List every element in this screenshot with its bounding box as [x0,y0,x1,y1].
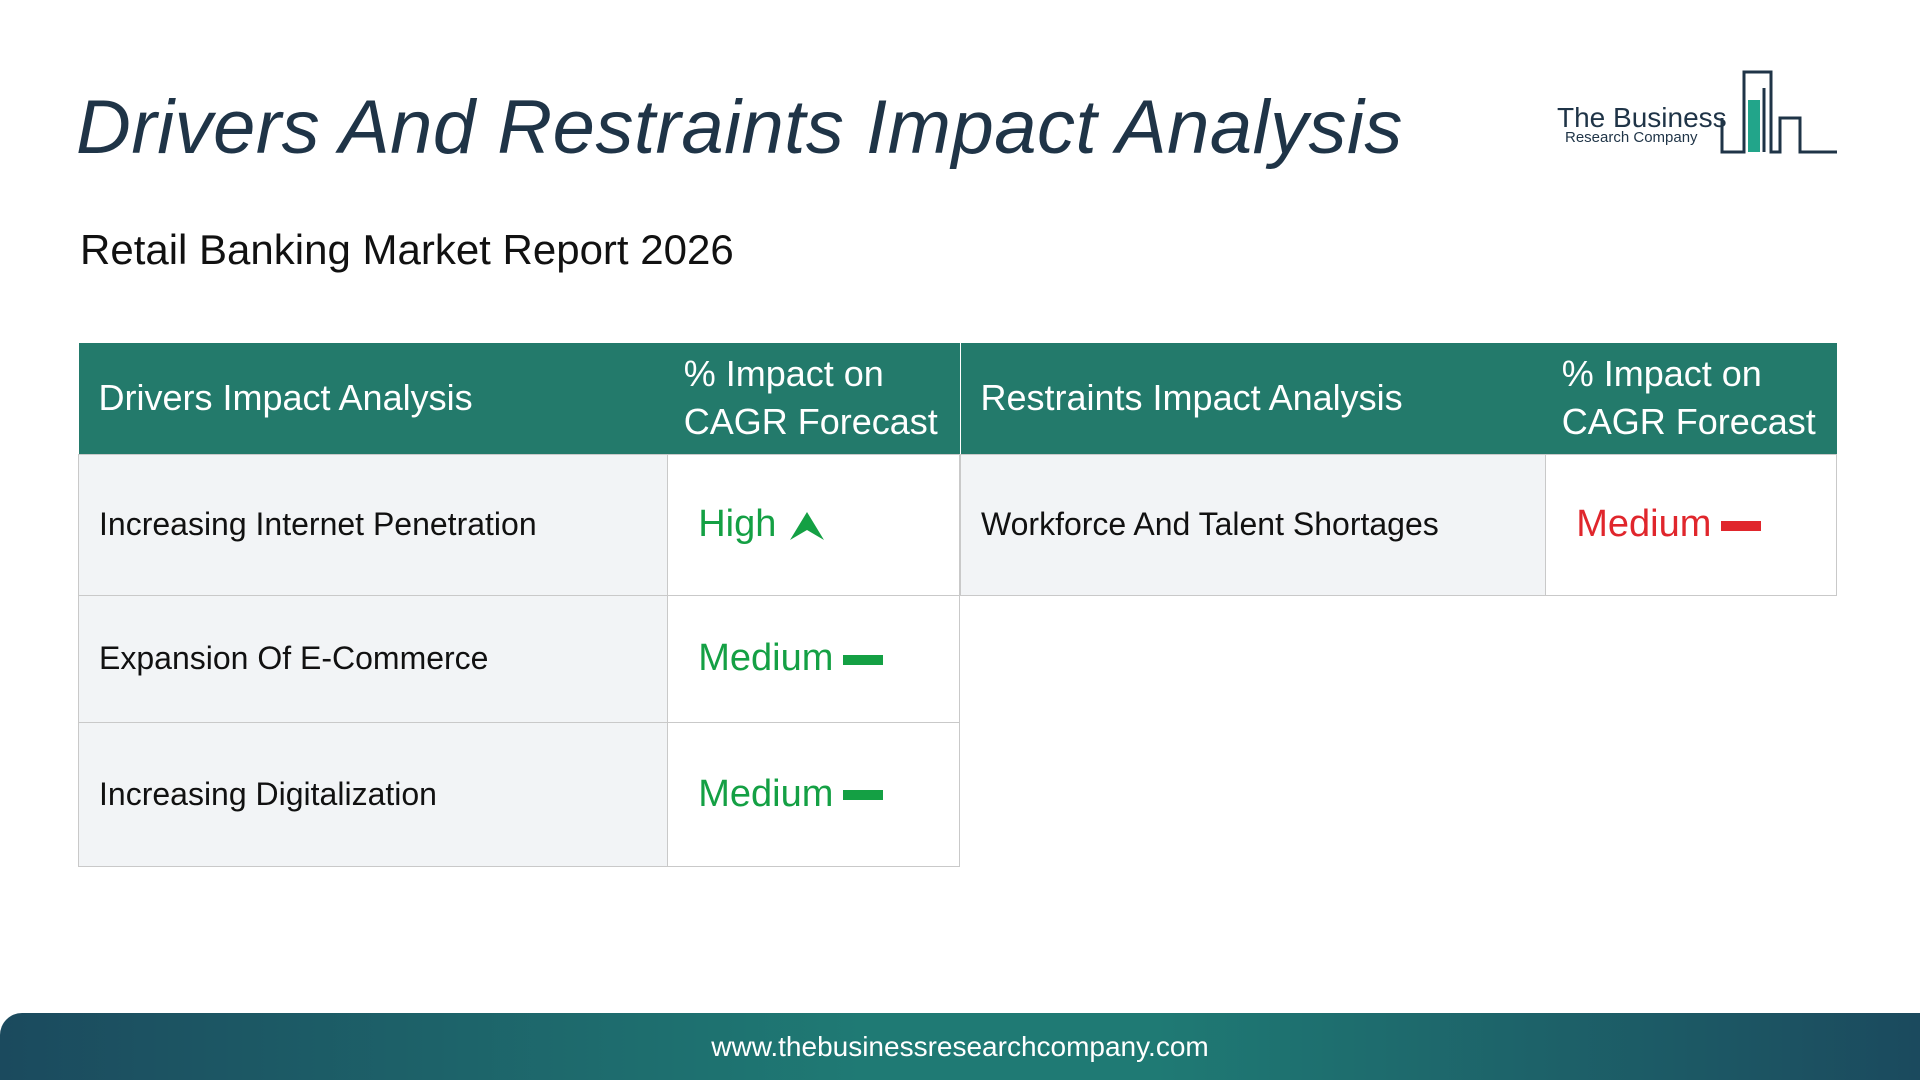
table-row: Increasing Internet Penetration High [77,453,960,596]
driver-impact-cell: Medium [667,594,960,723]
page-title: Drivers And Restraints Impact Analysis [76,85,1403,170]
restraints-header-impact: % Impact on CAGR Forecast [1545,343,1837,454]
driver-label: Increasing Internet Penetration [77,453,669,596]
report-subtitle: Retail Banking Market Report 2026 [80,226,734,273]
up-arrow-icon [790,511,825,540]
dash-icon [843,654,884,665]
table-row: Increasing Digitalization Medium [77,721,960,867]
table-row: Workforce And Talent Shortages Medium [959,453,1837,596]
company-logo: The Business Research Company [1555,66,1837,156]
driver-impact-value: High [698,503,777,545]
logo-text-line2: Research Company [1565,129,1698,146]
restraints-header-label: Restraints Impact Analysis [960,343,1546,454]
restraints-table: Restraints Impact Analysis % Impact on C… [959,343,1837,596]
restraint-impact-value: Medium [1576,503,1712,545]
drivers-header-label: Drivers Impact Analysis [78,343,668,454]
driver-impact-value: Medium [698,637,834,679]
restraint-label: Workforce And Talent Shortages [959,453,1547,596]
driver-label: Expansion Of E-Commerce [77,594,669,723]
restraint-impact-cell: Medium [1545,453,1837,596]
footer-bar: www.thebusinessresearchcompany.com [0,1013,1920,1080]
drivers-header-impact: % Impact on CAGR Forecast [667,343,960,454]
table-row: Expansion Of E-Commerce Medium [77,594,960,723]
driver-label: Increasing Digitalization [77,721,669,867]
dash-icon [843,790,884,801]
driver-impact-value: Medium [698,772,834,815]
driver-impact-cell: Medium [667,721,960,867]
buildings-logo-icon [1720,70,1837,154]
drivers-table: Drivers Impact Analysis % Impact on CAGR… [77,343,960,867]
footer-url-link[interactable]: www.thebusinessresearchcompany.com [711,1031,1208,1062]
driver-impact-cell: High [667,453,960,596]
dash-icon [1721,520,1762,531]
